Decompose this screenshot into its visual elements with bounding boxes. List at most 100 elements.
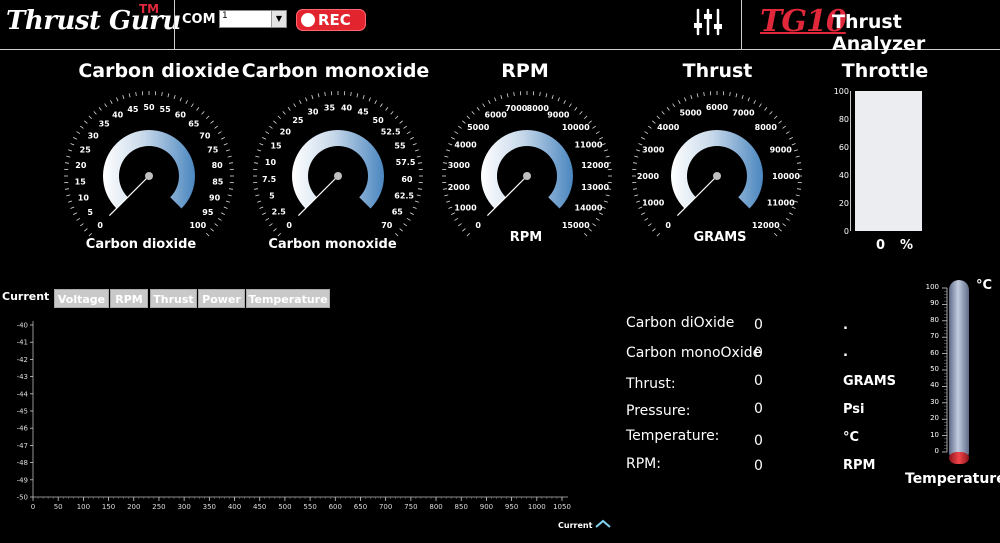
thermometer-tick-label: 30 xyxy=(930,397,939,406)
chart-x-tick-label: 450 xyxy=(253,503,266,511)
reading-value-thrust: 0 xyxy=(754,373,763,389)
gauge-minor-tick xyxy=(793,149,798,152)
reading-label-temperature: Temperature: xyxy=(626,428,720,444)
gauge-minor-tick xyxy=(394,115,399,120)
throttle-tick: 0 xyxy=(843,227,849,236)
gauge-minor-tick xyxy=(448,143,453,146)
gauge-minor-tick xyxy=(64,162,70,164)
gauge-minor-tick xyxy=(277,232,282,237)
record-button[interactable]: REC xyxy=(296,9,366,31)
gauge-minor-tick xyxy=(773,115,778,120)
chart-x-tick-label: 1050 xyxy=(553,503,571,511)
gauge-minor-tick xyxy=(173,95,176,100)
tab-temperature[interactable]: Temperature xyxy=(246,289,330,308)
throttle-axis xyxy=(850,91,851,231)
chart-y-tick-label: -41 xyxy=(17,339,28,347)
gauge-minor-tick xyxy=(253,162,259,164)
gauge-minor-tick xyxy=(205,232,210,237)
gauge-minor-tick xyxy=(795,155,800,158)
gauge-minor-tick xyxy=(287,106,291,111)
chart-y-tick-label: -47 xyxy=(17,442,28,450)
gauge-minor-tick xyxy=(228,188,234,190)
tab-power[interactable]: Power xyxy=(198,289,245,308)
gauge-tick-label: 0 xyxy=(475,221,481,230)
gauge-minor-tick xyxy=(368,97,371,102)
gauge-tick-label: 25 xyxy=(292,116,304,125)
reading-unit-co: . xyxy=(843,345,848,360)
reading-label-co2: Carbon diOxide xyxy=(626,315,735,331)
gauge-tick-label: 0 xyxy=(97,221,103,230)
gauge-minor-tick xyxy=(513,91,515,97)
gauge-tick-label: 11000 xyxy=(767,198,795,207)
gauge-minor-tick xyxy=(414,149,419,152)
gauge-minor-tick xyxy=(598,212,603,215)
gauge-minor-tick xyxy=(444,155,449,158)
gauge-minor-tick xyxy=(785,131,790,135)
gauge-minor-tick xyxy=(636,200,641,203)
reading-unit-thrust: GRAMS xyxy=(843,374,897,389)
gauge-minor-tick xyxy=(293,103,297,108)
gauge-tick-label: 95 xyxy=(202,208,214,217)
reading-unit-rpm: RPM xyxy=(843,458,876,473)
chart-x-tick-label: 650 xyxy=(354,503,367,511)
gauge-tick-label: 3000 xyxy=(448,161,471,170)
tab-rpm[interactable]: RPM xyxy=(110,289,148,308)
gauge-tick-label: 60 xyxy=(175,111,187,120)
gauge-tick-label: 60 xyxy=(401,175,413,184)
reading-value-rpm: 0 xyxy=(754,458,763,474)
chevron-down-icon[interactable]: ▼ xyxy=(271,11,286,27)
tab-thrust[interactable]: Thrust xyxy=(150,289,197,308)
gauge-minor-tick xyxy=(79,223,84,227)
tab-current[interactable]: Current xyxy=(2,290,49,303)
gauge-hub xyxy=(334,172,342,180)
gauge-tick-label: 9000 xyxy=(770,146,793,155)
sliders-icon[interactable] xyxy=(690,4,726,40)
com-port-select[interactable]: 1 ▼ xyxy=(219,10,287,28)
gauge-minor-tick xyxy=(769,111,773,115)
gauge-minor-tick xyxy=(255,155,260,158)
gauge-minor-tick xyxy=(88,115,93,120)
gauge-minor-tick xyxy=(605,194,610,197)
throttle-unit: % xyxy=(900,238,914,253)
chevron-up-icon[interactable] xyxy=(594,519,612,529)
gauge-minor-tick xyxy=(788,137,793,140)
throttle-bar xyxy=(855,91,922,231)
thermometer-bulb xyxy=(949,452,969,464)
gauge-tick-label: 14000 xyxy=(575,203,603,212)
gauge-tick-label: 10000 xyxy=(772,172,800,181)
reading-unit-temperature: °C xyxy=(843,430,860,445)
throttle-tick: 100 xyxy=(833,87,849,96)
tab-voltage[interactable]: Voltage xyxy=(54,289,109,308)
gauge-minor-tick xyxy=(652,120,656,124)
gauge-tick-label: 25 xyxy=(80,146,92,155)
gauge-tick-label: 5000 xyxy=(467,123,490,132)
gauge-tick-label: 30 xyxy=(88,131,100,140)
gauge-minor-tick xyxy=(647,223,652,227)
gauge-minor-tick xyxy=(641,137,646,140)
gauge-tick-label: 10 xyxy=(78,193,90,202)
gauge-minor-tick xyxy=(703,91,705,97)
gauge-tick-label: 15 xyxy=(75,177,87,186)
gauge-minor-tick xyxy=(185,100,188,105)
gauge-tick-label: 5 xyxy=(269,192,275,201)
chart-x-tick-label: 700 xyxy=(379,503,392,511)
gauge-minor-tick xyxy=(471,111,475,115)
gauge-tick-label: 62.5 xyxy=(394,192,414,201)
gauge-tick-label: 6000 xyxy=(485,111,508,120)
gauge-minor-tick xyxy=(70,143,75,146)
gauge-minor-tick xyxy=(259,206,264,209)
gauge-minor-tick xyxy=(482,103,486,108)
gauge-tick-label: 8000 xyxy=(755,123,778,132)
gauge-tick-label: 0 xyxy=(665,221,671,230)
gauge-minor-tick xyxy=(764,106,768,111)
gauge-minor-tick xyxy=(696,93,699,98)
gauge-minor-tick xyxy=(782,125,787,129)
gauge-tick-label: 45 xyxy=(127,105,139,114)
thermometer-tick-label: 60 xyxy=(930,348,939,357)
carbon-monoxide-gauge: 02.557.51015202530 35 40 455052.55557.56062… xyxy=(253,91,423,237)
gauge-minor-tick xyxy=(656,115,661,120)
chart-x-tick-label: 1000 xyxy=(528,503,546,511)
gauge-minor-tick xyxy=(220,212,225,215)
gauge-tick-label: 4000 xyxy=(657,123,680,132)
record-dot-icon xyxy=(301,13,315,27)
